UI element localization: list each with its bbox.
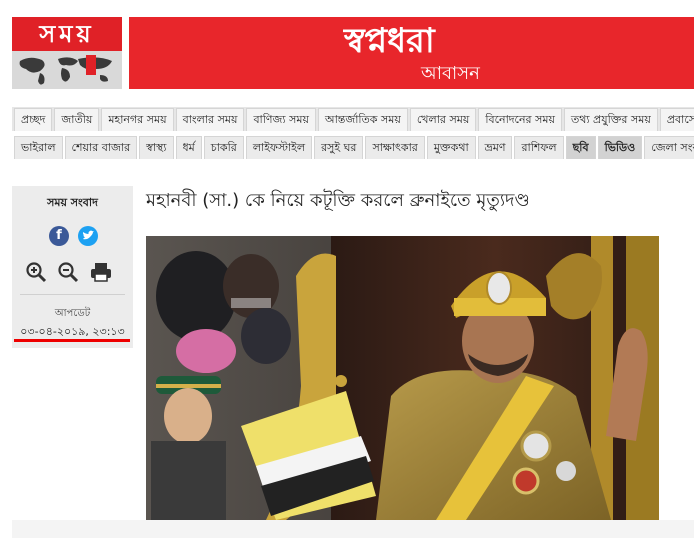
primary-nav-item[interactable]: আন্তর্জাতিক সময় <box>317 108 408 131</box>
page-bottom-strip <box>12 520 694 538</box>
secondary-nav-item[interactable]: চাকরি <box>203 136 244 159</box>
primary-navigation: প্রচ্ছদ জাতীয় মহানগর সময় বাংলার সময় বাণিজ… <box>12 107 694 131</box>
secondary-nav-item[interactable]: লাইফস্টাইল <box>245 136 313 159</box>
primary-nav-item[interactable]: মহানগর সময় <box>101 108 174 131</box>
sidebar-title: সময় সংবাদ <box>47 196 98 209</box>
secondary-nav-item[interactable]: মুক্তকথা <box>426 136 476 159</box>
secondary-nav-item[interactable]: জেলা সংবাদ <box>644 136 694 159</box>
sidebar-divider <box>20 294 125 295</box>
primary-nav-item[interactable]: বিনোদনের সময় <box>478 108 562 131</box>
zoom-in-icon[interactable] <box>25 261 47 283</box>
primary-nav-item[interactable]: প্রচ্ছদ <box>14 108 53 131</box>
primary-nav-item[interactable]: খেলার সময় <box>409 108 477 131</box>
secondary-nav-item[interactable]: ধর্ম <box>175 136 202 159</box>
secondary-nav-item[interactable]: রসুই ঘর <box>314 136 364 159</box>
primary-nav-item[interactable]: তথ্য প্রযুক্তির সময় <box>563 108 658 131</box>
zoom-out-icon[interactable] <box>57 261 79 283</box>
world-map-graphic <box>12 51 122 89</box>
logo-text: সময় <box>12 17 122 51</box>
primary-nav-item[interactable]: বাংলার সময় <box>175 108 245 131</box>
secondary-nav-item[interactable]: ছবি <box>565 136 596 159</box>
updated-label: আপডেট <box>54 308 91 319</box>
secondary-nav-item[interactable]: সাক্ষাৎকার <box>365 136 425 159</box>
twitter-icon[interactable] <box>78 226 98 246</box>
facebook-icon[interactable]: f <box>49 226 69 246</box>
primary-nav-item[interactable]: প্রবাসে সময় <box>659 108 694 131</box>
secondary-nav-item[interactable]: ভিডিও <box>597 136 643 159</box>
site-logo[interactable]: সময় <box>12 17 122 89</box>
secondary-nav-item[interactable]: ভ্রমণ <box>477 136 513 159</box>
secondary-nav-item[interactable]: রাশিফল <box>514 136 564 159</box>
ad-subtitle: আবাসন <box>421 63 480 84</box>
article-headline: মহানবী (সা.) কে নিয়ে কটূক্তি করলে ব্রুন… <box>146 190 530 211</box>
primary-nav-item[interactable]: বাণিজ্য সময় <box>246 108 316 131</box>
date-underline <box>14 339 130 342</box>
ad-title: স্বপ্নধরা <box>344 21 435 61</box>
secondary-navigation: ভাইরাল শেয়ার বাজার স্বাস্থ্য ধর্ম চাকরি লাইফ… <box>12 135 694 159</box>
article-photo <box>146 236 659 520</box>
article-sidebar: সময় সংবাদ f আপডেট ০৩-০৪-২০১৯, ২৩:১৩ <box>12 186 133 348</box>
print-icon[interactable] <box>90 261 112 283</box>
secondary-nav-item[interactable]: শেয়ার বাজার <box>64 136 138 159</box>
secondary-nav-item[interactable]: স্বাস্থ্য <box>139 136 174 159</box>
primary-nav-item[interactable]: জাতীয় <box>54 108 100 131</box>
banner-ad[interactable]: স্বপ্নধরা আবাসন <box>129 17 694 89</box>
secondary-nav-item[interactable]: ভাইরাল <box>14 136 63 159</box>
